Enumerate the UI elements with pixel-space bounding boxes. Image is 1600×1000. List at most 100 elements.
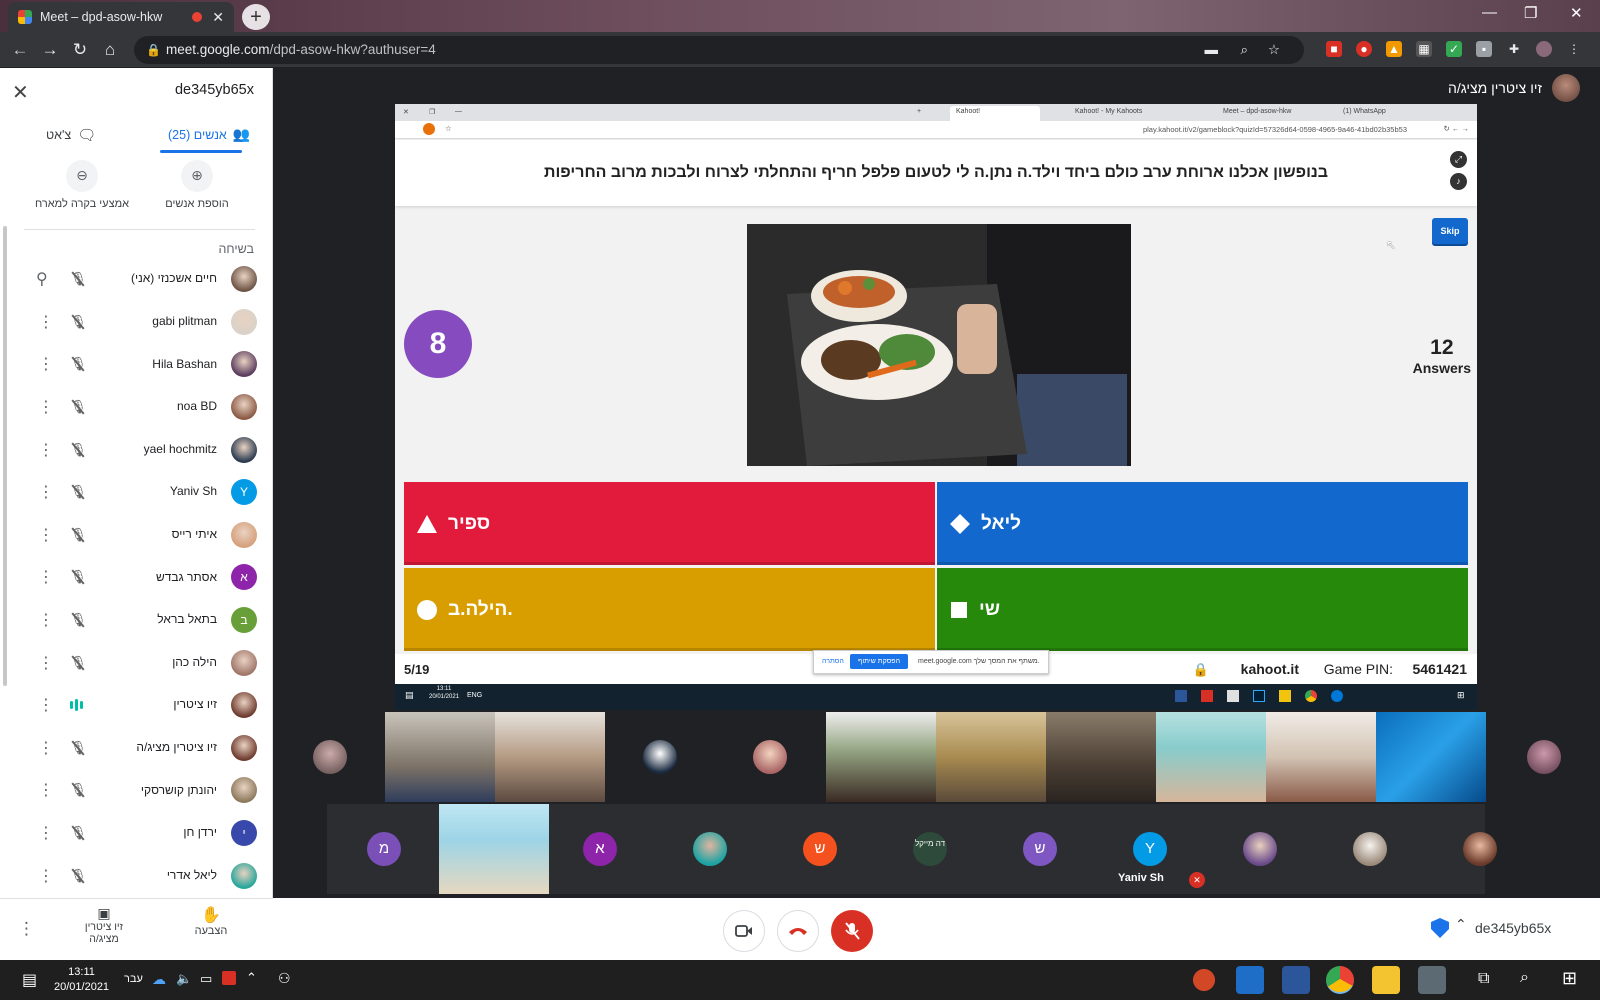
browser-menu-icon[interactable]: ⋮ [1566,41,1582,57]
address-bar[interactable]: 🔒 meet.google.com/dpd-asow-hkw?authuser=… [134,36,1304,64]
participant-more-icon[interactable]: ⋮ [38,354,54,374]
chrome-icon[interactable] [1326,966,1354,994]
tray-chevron-icon[interactable]: ⌃ [246,970,257,986]
participant-tile-avatar[interactable] [1527,740,1561,774]
extensions-puzzle-icon[interactable]: ✚ [1506,41,1522,57]
participant-tile-avatar[interactable]: Y [1133,832,1167,866]
participant-row[interactable]: ⚲ 🎙 חיים אשכנזי (אני) [0,258,273,301]
minimize-button[interactable]: — [1482,4,1497,21]
participant-tile-avatar[interactable] [753,740,787,774]
host-controls-button[interactable]: ⊖ אמצעי בקרה למארח [27,160,137,210]
profile-avatar-icon[interactable] [1536,41,1552,57]
participant-row[interactable]: ⋮ 🎙 gabi plitman [0,301,273,344]
file-explorer-icon[interactable] [1372,966,1400,994]
reload-icon[interactable]: ↻ [70,40,90,60]
extension-green-icon[interactable]: ✓ [1446,41,1462,57]
add-people-button[interactable]: ⊕ הוספת אנשים [142,160,252,210]
raise-hand-button[interactable]: ✋ הצבעה [186,905,236,937]
mic-muted-icon[interactable]: 🎙 [70,740,87,756]
answer-red[interactable]: ספיר [404,482,935,565]
mic-muted-icon[interactable]: 🎙 [70,782,87,798]
pin-icon[interactable]: ⚲ [36,269,48,289]
bookmark-star-icon[interactable]: ☆ [1268,36,1280,64]
participant-more-icon[interactable]: ⋮ [38,397,54,417]
participant-row[interactable]: ⋮ זיו ציטרין [0,684,273,727]
network-icon[interactable]: ▭ [200,971,212,987]
participant-more-icon[interactable]: ⋮ [38,312,54,332]
mic-muted-icon[interactable]: 🎙 [70,314,87,330]
participant-more-icon[interactable]: ⋮ [38,653,54,673]
back-icon[interactable]: ← [10,40,30,60]
participant-row[interactable]: ⋮ 🎙 yael hochmitz [0,428,273,471]
camera-icon[interactable]: ▬ [1205,36,1219,64]
acrobat-tray-icon[interactable] [222,971,236,985]
tab-people[interactable]: אנשים (25) 👥 [168,126,250,143]
participant-tile-avatar[interactable] [313,740,347,774]
video-editor-icon[interactable] [1236,966,1264,994]
participant-video-tile[interactable] [936,712,1046,802]
answer-blue[interactable]: ליאל [937,482,1468,565]
input-language[interactable]: עבר [124,973,143,985]
maximize-button[interactable]: ❐ [1524,4,1537,22]
extension-grid-icon[interactable]: ▦ [1416,41,1432,57]
participant-video-tile[interactable] [495,712,605,802]
close-tab-icon[interactable]: ✕ [212,9,224,26]
participant-more-icon[interactable]: ⋮ [38,482,54,502]
participant-row[interactable]: ⋮ 🎙 בתאל בראל ב [0,599,273,642]
participant-row[interactable]: ⋮ 🎙 ליאל אדרי [0,854,273,897]
participant-tile-avatar[interactable]: ש [1023,832,1057,866]
close-window-button[interactable]: ✕ [1570,4,1583,22]
participant-row[interactable]: ⋮ 🎙 הילה כהן [0,641,273,684]
participant-row[interactable]: ⋮ 🎙 noa BD [0,386,273,429]
leave-call-button[interactable] [777,910,819,952]
hide-share-bar-link[interactable]: הסתרה [822,658,844,665]
extension-gray-icon[interactable]: ▪ [1476,41,1492,57]
word-icon[interactable] [1282,966,1310,994]
participant-row[interactable]: ⋮ 🎙 איתי רייס [0,514,273,557]
mic-muted-icon[interactable]: 🎙 [70,569,87,585]
participant-tile-avatar[interactable] [643,740,677,774]
powerpoint-icon[interactable] [1190,966,1218,994]
zoom-icon[interactable]: ⌕ [1240,36,1248,64]
participant-more-icon[interactable]: ⋮ [38,780,54,800]
participant-tile-avatar[interactable] [1463,832,1497,866]
participant-more-icon[interactable]: ⋮ [38,695,54,715]
new-tab-button[interactable]: + [242,4,270,30]
stop-sharing-button[interactable]: הפסקת שיתוף [850,654,909,669]
participant-video-tile[interactable] [1156,712,1266,802]
mic-muted-icon[interactable]: 🎙 [70,356,87,372]
windows-start-icon[interactable]: ⊞ [1562,968,1577,989]
people-taskbar-icon[interactable]: ⚇ [278,970,291,987]
mic-muted-icon[interactable]: 🎙 [70,655,87,671]
participant-tile-avatar[interactable]: א [583,832,617,866]
volume-icon[interactable]: 🔈 [176,971,192,987]
extension-stop-icon[interactable]: ● [1356,41,1372,57]
sound-icon[interactable]: ♪ [1450,173,1467,190]
participant-video-tile[interactable] [1376,712,1486,802]
task-view-icon[interactable]: ⧉ [1478,970,1489,988]
system-clock[interactable]: 13:11 20/01/2021 [54,965,109,995]
skip-button[interactable]: Skip [1432,218,1468,244]
participant-more-icon[interactable]: ⋮ [38,823,54,843]
answer-yellow[interactable]: הילה.ב. [404,568,935,651]
participant-more-icon[interactable]: ⋮ [38,866,54,886]
action-center-icon[interactable]: ▤ [22,970,37,990]
participant-tile-avatar[interactable] [693,832,727,866]
participant-tile-avatar[interactable] [1353,832,1387,866]
participant-video-tile[interactable] [826,712,936,802]
participant-tile-avatar[interactable]: ש [803,832,837,866]
calculator-icon[interactable] [1418,966,1446,994]
extension-lock-icon[interactable]: ■ [1326,41,1342,57]
participant-tile-avatar[interactable]: דה מייקל [913,832,947,866]
mic-muted-icon[interactable]: 🎙 [70,825,87,841]
meeting-details-code[interactable]: de345yb65x [1475,920,1551,936]
participant-more-icon[interactable]: ⋮ [38,440,54,460]
search-icon[interactable]: ⌕ [1520,969,1529,987]
mic-muted-icon[interactable]: 🎙 [70,399,87,415]
tab-chat[interactable]: צ'אט 🗨 [46,126,96,144]
browser-tab-meet[interactable]: Meet – dpd-asow-hkw ✕ [8,2,234,32]
onedrive-icon[interactable]: ☁ [152,971,166,988]
security-shield-icon[interactable] [1431,918,1449,938]
participant-tile-avatar[interactable] [1243,832,1277,866]
mic-muted-icon[interactable]: 🎙 [70,271,87,287]
